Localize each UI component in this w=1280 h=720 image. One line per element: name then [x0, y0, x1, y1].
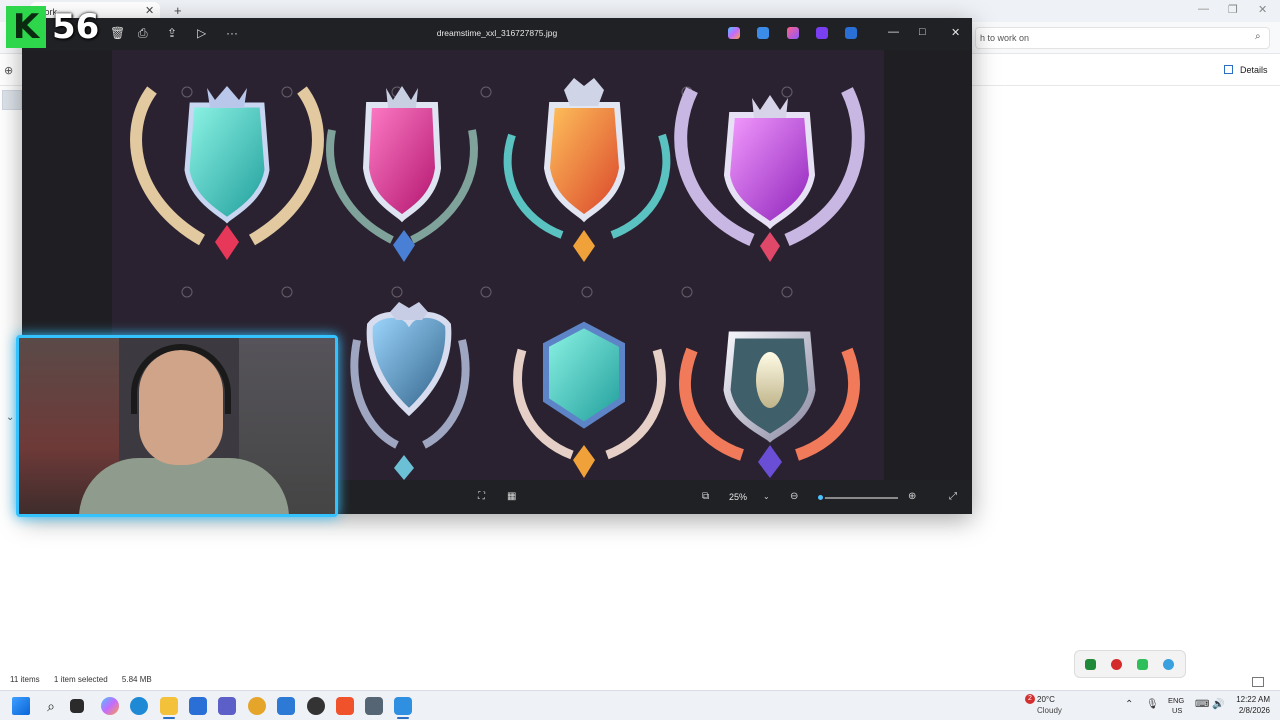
chevron-down-icon[interactable]: ⌄: [6, 412, 14, 423]
new-tab-icon[interactable]: +: [174, 3, 182, 18]
weather-badge: 2: [1025, 694, 1035, 704]
slideshow-icon[interactable]: ▷: [197, 26, 206, 40]
fit-to-window-icon[interactable]: ⛶: [478, 491, 485, 502]
explorer-search-placeholder: h to work on: [980, 33, 1030, 43]
details-button[interactable]: Details: [1240, 65, 1268, 75]
delete-icon[interactable]: 🗑: [110, 26, 125, 40]
zoom-in-icon[interactable]: ⊕: [908, 491, 916, 502]
search-icon[interactable]: ⌕: [42, 697, 60, 715]
windows-taskbar: ⌕ 2 20°C Cloudy ⌃ 🎙 ENG US ⌨ 🔊 12:22 AM …: [0, 690, 1280, 720]
nvidia-icon[interactable]: [1085, 659, 1096, 670]
active-indicator: [397, 717, 409, 719]
weather-condition[interactable]: Cloudy: [1037, 706, 1062, 715]
edge-icon[interactable]: [130, 697, 148, 715]
paint-icon[interactable]: [787, 27, 799, 39]
tab-close-icon[interactable]: ✕: [145, 4, 154, 17]
zoom-slider-thumb[interactable]: [816, 493, 826, 502]
webcam-person-shirt: [79, 458, 289, 514]
explorer-search-input[interactable]: h to work on: [975, 27, 1270, 49]
search-icon[interactable]: ⌕: [1255, 31, 1261, 42]
fullscreen-icon[interactable]: ⤢: [949, 491, 957, 502]
explorer-minimize-icon[interactable]: —: [1198, 3, 1209, 15]
onedrive-icon[interactable]: [845, 27, 857, 39]
nav-pane-selected-item[interactable]: [2, 90, 22, 110]
copilot-icon[interactable]: [728, 27, 740, 39]
status-item-count: 11 items: [10, 675, 40, 684]
teams-icon[interactable]: [218, 697, 236, 715]
sync-tray-icon[interactable]: [1163, 659, 1174, 670]
headphones-icon: [131, 344, 231, 414]
emblem-teal-hex: [513, 321, 666, 478]
explorer-status-bar: 11 items 1 item selected 5.84 MB: [10, 675, 164, 684]
more-icon[interactable]: ···: [226, 26, 238, 40]
new-item-icon[interactable]: ⊕: [4, 64, 13, 77]
explorer-close-icon[interactable]: ✕: [1258, 3, 1267, 16]
chrome-icon[interactable]: [248, 697, 266, 715]
zoom-level-value[interactable]: 25%: [729, 492, 747, 502]
viewer-title-bar: 🗑 ⎙ ⇪ ▷ ··· dreamstime_xxl_316727875.jpg…: [22, 18, 972, 50]
chevron-down-icon[interactable]: ⌄: [763, 492, 770, 501]
brave-icon[interactable]: [336, 697, 354, 715]
play-tray-icon[interactable]: [1137, 659, 1148, 670]
start-icon[interactable]: [12, 697, 30, 715]
actual-size-icon[interactable]: ⧉: [702, 491, 709, 502]
chevron-up-icon[interactable]: ⌃: [1125, 699, 1133, 710]
print-icon[interactable]: ⎙: [138, 26, 148, 41]
app-tray-icon[interactable]: [1111, 659, 1122, 670]
zoom-out-icon[interactable]: ⊖: [790, 491, 798, 502]
details-pane-icon: [1224, 65, 1233, 74]
keyboard-layout[interactable]: US: [1172, 706, 1182, 715]
copilot-taskbar-icon[interactable]: [101, 697, 119, 715]
tray-overflow-popup: [1074, 650, 1186, 678]
store-icon[interactable]: [189, 697, 207, 715]
emblem-purple: [674, 87, 865, 262]
photos-icon[interactable]: [394, 697, 412, 715]
emblem-blue: [350, 302, 470, 480]
volume-icon[interactable]: 🔊: [1212, 699, 1224, 710]
maximize-icon[interactable]: □: [919, 26, 926, 38]
share-icon[interactable]: ⇪: [167, 26, 177, 40]
counter-number: 56: [52, 7, 100, 47]
emblem-pink: [326, 86, 478, 262]
clock-date[interactable]: 2/8/2026: [1226, 706, 1270, 715]
list-view-button[interactable]: [1252, 677, 1264, 687]
task-view-icon[interactable]: [70, 699, 84, 713]
active-indicator: [163, 717, 175, 719]
weather-temperature[interactable]: 20°C: [1037, 695, 1055, 704]
emblem-oval: [679, 331, 860, 478]
webcam-overlay: [16, 335, 338, 517]
counter-logo: K: [6, 6, 46, 48]
language-indicator[interactable]: ENG: [1168, 696, 1184, 705]
explorer-maximize-icon[interactable]: ❐: [1228, 3, 1238, 16]
image-info-icon[interactable]: ▦: [507, 491, 516, 502]
stream-counter: K 56: [6, 6, 104, 48]
network-icon[interactable]: ⌨: [1195, 699, 1209, 710]
file-explorer-icon[interactable]: [160, 697, 178, 715]
clock-time[interactable]: 12:22 AM: [1232, 695, 1270, 704]
emblem-orange: [503, 78, 671, 262]
minimize-icon[interactable]: —: [888, 26, 899, 38]
viewer-file-title: dreamstime_xxl_316727875.jpg: [436, 28, 558, 38]
microphone-icon[interactable]: 🎙: [1146, 699, 1159, 710]
status-selection: 1 item selected: [53, 675, 108, 684]
status-size: 5.84 MB: [121, 675, 152, 684]
outlook-icon[interactable]: [277, 697, 295, 715]
clipchamp-icon[interactable]: [816, 27, 828, 39]
edit-icon[interactable]: [757, 27, 769, 39]
zoom-slider[interactable]: [816, 493, 898, 502]
game-icon[interactable]: [365, 697, 383, 715]
emblem-teal-gold: [130, 86, 324, 260]
close-icon[interactable]: ✕: [951, 26, 960, 39]
app-icon[interactable]: [307, 697, 325, 715]
